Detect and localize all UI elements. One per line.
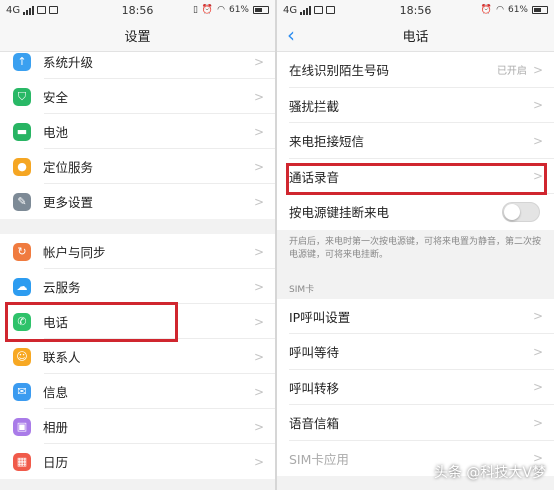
chevron-right-icon: > xyxy=(253,54,264,69)
phone-item-harassment-block[interactable]: 骚扰拦截 > xyxy=(277,88,554,123)
chevron-right-icon: > xyxy=(253,419,264,434)
settings-item-label: 更多设置 xyxy=(43,195,94,210)
settings-item-battery[interactable]: ▬ 电池 > xyxy=(0,114,275,149)
battery-icon: ▬ xyxy=(13,122,31,141)
settings-item-label: 安全 xyxy=(43,90,69,105)
gallery-icon: ▣ xyxy=(13,417,31,436)
settings-item-label: 相册 xyxy=(43,420,69,435)
settings-item-security[interactable]: ⛉ 安全 > xyxy=(0,79,275,114)
power-hangup-toggle[interactable] xyxy=(502,201,540,222)
phone-item-status: 已开启 xyxy=(496,66,527,78)
message-icon: ✉ xyxy=(13,382,31,401)
settings-item-phone[interactable]: ✆ 电话 > xyxy=(0,304,275,339)
phone-group-sim: IP呼叫设置 > 呼叫等待 > 呼叫转移 > 语音信箱 > SIM卡应用 > xyxy=(277,298,554,476)
settings-item-calendar[interactable]: ▦ 日历 > xyxy=(0,444,275,479)
chevron-right-icon: > xyxy=(253,244,264,259)
page-title-bar: 设置 xyxy=(0,20,275,52)
chevron-right-icon: > xyxy=(253,194,264,209)
settings-item-location[interactable]: ● 定位服务 > xyxy=(0,149,275,184)
phone-group-calls: 在线识别陌生号码 已开启 > 骚扰拦截 > 来电拒接短信 > 通话录音 > 按电… xyxy=(277,52,554,230)
chevron-right-icon: > xyxy=(532,380,543,395)
phone-item-label: 骚扰拦截 xyxy=(289,98,340,114)
shield-icon: ⛉ xyxy=(13,87,31,106)
settings-item-label: 系统升级 xyxy=(43,55,94,70)
status-bar: 4G 18:56 ⏰ ◠ 61% xyxy=(277,0,554,20)
phone-item-label: 按电源键挂断来电 xyxy=(289,205,390,221)
location-icon: ● xyxy=(13,157,31,176)
settings-item-label: 信息 xyxy=(43,385,69,400)
status-bar: 4G 18:56 ▯ ⏰ ◠ 61% xyxy=(0,0,275,20)
settings-group-system: ↑ 系统升级 > ⛉ 安全 > ▬ 电池 > ● 定位服务 > ✎ 更多设置 > xyxy=(0,52,275,219)
phone-item-label: 语音信箱 xyxy=(289,416,340,432)
chevron-right-icon: > xyxy=(532,415,543,430)
page-title: 电话 xyxy=(402,30,429,45)
phone-item-label: 来电拒接短信 xyxy=(289,134,365,150)
contacts-icon: ☺ xyxy=(13,347,31,366)
settings-item-more[interactable]: ✎ 更多设置 > xyxy=(0,184,275,219)
account-icon: ↻ xyxy=(13,242,31,261)
settings-item-label: 电池 xyxy=(43,125,69,140)
settings-group-apps: ↻ 帐户与同步 > ☁ 云服务 > ✆ 电话 > ☺ 联系人 > ✉ 信息 > … xyxy=(0,234,275,479)
chevron-right-icon: > xyxy=(253,314,264,329)
clock: 18:56 xyxy=(399,3,432,17)
settings-item-label: 帐户与同步 xyxy=(43,245,106,260)
phone-item-reject-sms[interactable]: 来电拒接短信 > xyxy=(277,123,554,159)
battery-icon xyxy=(253,6,269,14)
chevron-right-icon: > xyxy=(253,159,264,174)
back-arrow-icon[interactable]: ‹ xyxy=(287,24,295,46)
chevron-right-icon: > xyxy=(253,454,264,469)
settings-item-messages[interactable]: ✉ 信息 > xyxy=(0,374,275,409)
settings-item-label: 日历 xyxy=(43,455,69,470)
phone-item-label: 通话录音 xyxy=(289,169,340,185)
settings-item-cloud[interactable]: ☁ 云服务 > xyxy=(0,269,275,304)
page-title-bar: ‹ 电话 xyxy=(277,20,554,52)
phone-item-label: 呼叫转移 xyxy=(289,380,340,396)
chevron-right-icon: > xyxy=(532,62,543,77)
settings-item-contacts[interactable]: ☺ 联系人 > xyxy=(0,339,275,374)
phone-item-call-recording[interactable]: 通话录音 > xyxy=(277,159,554,194)
phone-item-label: 在线识别陌生号码 xyxy=(289,63,390,79)
phone-item-label: 呼叫等待 xyxy=(289,345,340,361)
phone-icon: ✆ xyxy=(13,312,31,331)
phone-item-ip-call[interactable]: IP呼叫设置 > xyxy=(277,299,554,334)
settings-item-label: 云服务 xyxy=(43,280,81,295)
chevron-right-icon: > xyxy=(253,124,264,139)
system-update-icon: ↑ xyxy=(13,52,31,71)
chevron-right-icon: > xyxy=(532,169,543,184)
phone-item-call-waiting[interactable]: 呼叫等待 > xyxy=(277,334,554,370)
chevron-right-icon: > xyxy=(532,133,543,148)
settings-item-label: 定位服务 xyxy=(43,160,94,175)
settings-item-label: 电话 xyxy=(43,315,69,330)
settings-item-label: 联系人 xyxy=(43,350,81,365)
cloud-icon: ☁ xyxy=(13,277,31,296)
chevron-right-icon: > xyxy=(253,89,264,104)
phone-settings-screen: 4G 18:56 ⏰ ◠ 61% ‹ 电话 在线识别陌生号码 已开启 > 骚扰拦… xyxy=(277,0,554,490)
calendar-icon: ▦ xyxy=(13,452,31,471)
chevron-right-icon: > xyxy=(532,98,543,113)
toggle-knob xyxy=(504,203,520,220)
phone-item-call-forwarding[interactable]: 呼叫转移 > xyxy=(277,370,554,405)
phone-item-label: IP呼叫设置 xyxy=(289,309,351,325)
wrench-icon: ✎ xyxy=(13,192,31,211)
watermark: 头条 @科技大V梦 xyxy=(433,465,546,481)
power-hangup-hint: 开启后，来电时第一次按电源键，可将来电置为静音，第二次按电源键，可将来电挂断。 xyxy=(277,229,554,270)
phone-item-caller-id[interactable]: 在线识别陌生号码 已开启 > xyxy=(277,52,554,88)
settings-item-accounts[interactable]: ↻ 帐户与同步 > xyxy=(0,234,275,269)
chevron-right-icon: > xyxy=(253,384,264,399)
chevron-right-icon: > xyxy=(253,279,264,294)
chevron-right-icon: > xyxy=(253,349,264,364)
settings-item-gallery[interactable]: ▣ 相册 > xyxy=(0,409,275,444)
sim-section-label: SIM卡 xyxy=(277,269,554,299)
chevron-right-icon: > xyxy=(532,309,543,324)
battery-icon xyxy=(532,6,548,14)
page-title: 设置 xyxy=(124,30,151,45)
phone-item-power-hangup: 按电源键挂断来电 xyxy=(277,194,554,230)
chevron-right-icon: > xyxy=(532,344,543,359)
phone-item-voicemail[interactable]: 语音信箱 > xyxy=(277,405,554,441)
screens: 4G 18:56 ▯ ⏰ ◠ 61% 设置 ↑ 系统升级 > ⛉ 安全 > ▬ … xyxy=(0,0,554,490)
clock: 18:56 xyxy=(121,3,154,17)
settings-item-system-update[interactable]: ↑ 系统升级 > xyxy=(0,52,275,79)
